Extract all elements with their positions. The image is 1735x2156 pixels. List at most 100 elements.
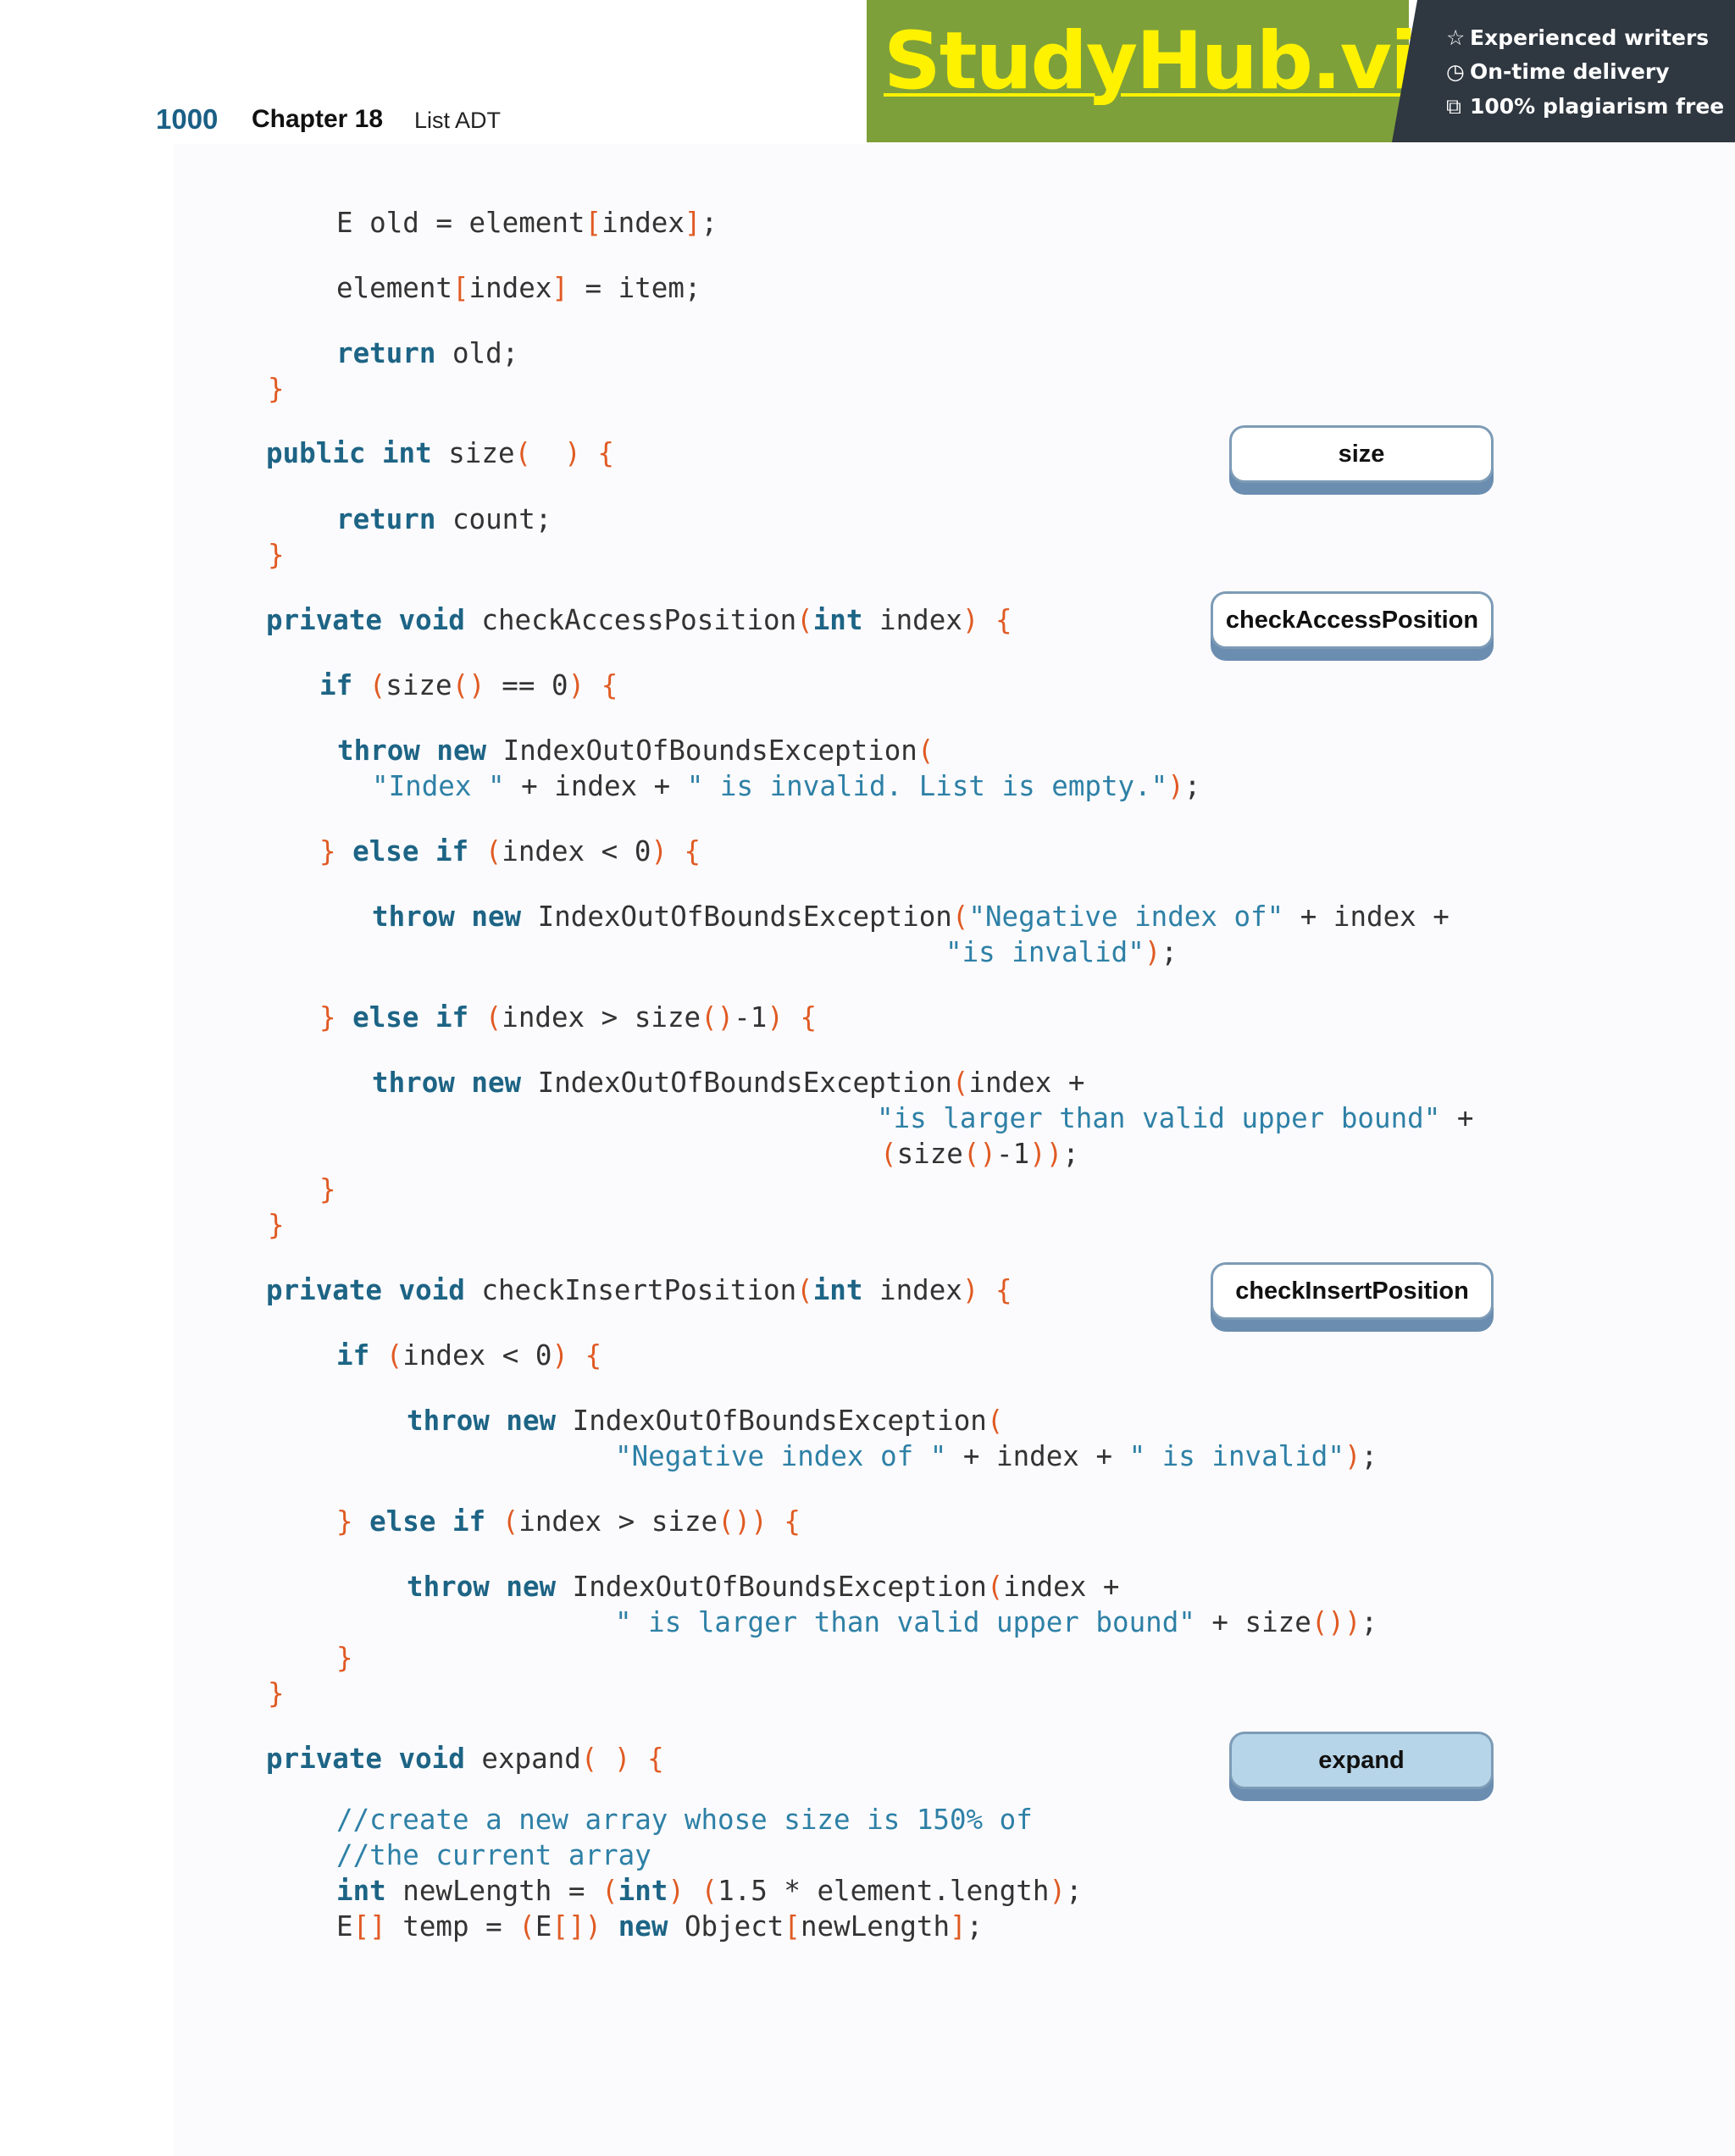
code-punct: } [268, 1677, 285, 1710]
code-punct: [ [784, 1910, 801, 1943]
code-comment: //create a new array whose size is 150% … [336, 1804, 1033, 1836]
code-line: throw new IndexOutOfBoundsException(inde… [372, 1069, 1084, 1097]
code-text: expand [464, 1743, 581, 1775]
code-text: checkAccessPosition [464, 604, 797, 636]
code-punct: } [336, 1505, 353, 1538]
code-text: + index + [1283, 901, 1450, 933]
code-text: temp = [385, 1910, 519, 1943]
banner-feature-delivery: ◷ On-time delivery [1446, 59, 1670, 84]
code-line: private void expand( ) { [266, 1745, 664, 1773]
code-punct: ( [518, 1910, 535, 1943]
code-punct: ( [485, 835, 502, 867]
code-text: index + [968, 1067, 1085, 1099]
code-punct: ) [568, 669, 585, 701]
code-text: ; [1183, 770, 1201, 802]
code-line: } else if (index > size()-1) { [319, 1004, 817, 1032]
code-text: index < 0 [502, 835, 651, 867]
code-text: E [535, 1910, 552, 1943]
code-line: " is larger than valid upper bound" + si… [615, 1609, 1377, 1637]
code-punct: ()) [718, 1505, 768, 1538]
code-keyword: throw new [407, 1405, 557, 1437]
code-text: IndexOutOfBoundsException [556, 1571, 987, 1603]
code-text: ; [1062, 1138, 1079, 1170]
code-text: checkInsertPosition [464, 1274, 797, 1306]
code-keyword: private void [266, 1743, 465, 1775]
studyhub-banner[interactable]: StudyHub.vip ☆ Experienced writers ◷ On-ti… [867, 0, 1735, 142]
code-string: "is larger than valid upper bound" [877, 1102, 1441, 1134]
code-line: (size()-1)); [880, 1140, 1079, 1168]
code-punct: ( [796, 604, 813, 636]
code-keyword: public int [266, 437, 432, 469]
code-line: if (size() == 0) { [319, 672, 618, 700]
code-line: element[index] = item; [336, 274, 701, 302]
code-punct: ( [917, 734, 934, 767]
code-keyword: else if [369, 1505, 486, 1538]
code-punct: ( ) [514, 437, 581, 469]
code-text: 1.5 * element.length [718, 1875, 1050, 1907]
code-text: = item; [568, 272, 701, 304]
code-punct: { [647, 1743, 664, 1775]
code-line: private void checkInsertPosition(int ind… [266, 1277, 1012, 1305]
code-keyword: int [336, 1875, 386, 1907]
code-text: size [431, 437, 515, 469]
code-line: int newLength = (int) (1.5 * element.len… [336, 1877, 1083, 1905]
code-punct: { [597, 437, 614, 469]
code-punct: () [452, 669, 485, 701]
code-line: throw new IndexOutOfBoundsException( [337, 737, 934, 765]
code-line: return count; [336, 506, 552, 534]
code-text: index < 0 [402, 1339, 552, 1372]
method-label-size: size [1229, 425, 1494, 483]
code-text: ; [1361, 1606, 1378, 1638]
code-keyword: int [812, 604, 863, 636]
code-string: "is invalid" [945, 936, 1145, 968]
code-string: " is invalid. List is empty." [686, 770, 1168, 802]
code-string: "Negative index of" [968, 901, 1284, 933]
code-text: ; [1066, 1875, 1083, 1907]
code-text: E [336, 1910, 353, 1943]
code-text: ; [1361, 1440, 1378, 1472]
code-keyword: return [336, 503, 436, 535]
code-text: index > size [502, 1001, 701, 1034]
code-punct: ) [962, 604, 979, 636]
code-keyword: if [336, 1339, 370, 1372]
code-line: throw new IndexOutOfBoundsException(inde… [407, 1573, 1119, 1601]
banner-feature-plagiarism: ⧉ 100% plagiarism free [1446, 94, 1725, 119]
code-line: throw new IndexOutOfBoundsException( [407, 1407, 1003, 1435]
code-text: + index + [504, 770, 687, 802]
chapter-label: Chapter 18 [252, 105, 384, 133]
code-text: size [385, 669, 452, 701]
code-punct: ) [962, 1274, 979, 1306]
star-icon: ☆ [1446, 25, 1466, 50]
code-line: } [268, 541, 285, 569]
code-line: return old; [336, 340, 518, 368]
code-punct: ) [668, 1875, 685, 1907]
code-keyword: throw new [407, 1571, 557, 1603]
code-text: element [336, 272, 452, 304]
code-keyword: else if [352, 835, 469, 867]
code-punct: ( ) [580, 1743, 631, 1775]
code-text: index [601, 207, 685, 239]
code-text: IndexOutOfBoundsException [556, 1405, 987, 1437]
code-text: old; [435, 337, 519, 369]
code-punct: ( [951, 901, 969, 933]
code-text: IndexOutOfBoundsException [486, 734, 917, 767]
code-text: index + [1003, 1571, 1120, 1603]
code-text: size [896, 1138, 963, 1170]
code-punct: } [268, 539, 285, 571]
code-punct: ) [1344, 1440, 1361, 1472]
code-keyword: throw new [372, 1067, 522, 1099]
code-punct: ( [986, 1571, 1004, 1603]
code-line: } else if (index > size()) { [336, 1508, 801, 1536]
method-label-checkinsertposition: checkInsertPosition [1211, 1262, 1494, 1320]
code-punct: { [800, 1001, 818, 1034]
code-text: newLength = [385, 1875, 602, 1907]
code-text: + [1440, 1102, 1474, 1134]
code-punct: { [601, 669, 618, 701]
code-punct: ( [880, 1138, 897, 1170]
